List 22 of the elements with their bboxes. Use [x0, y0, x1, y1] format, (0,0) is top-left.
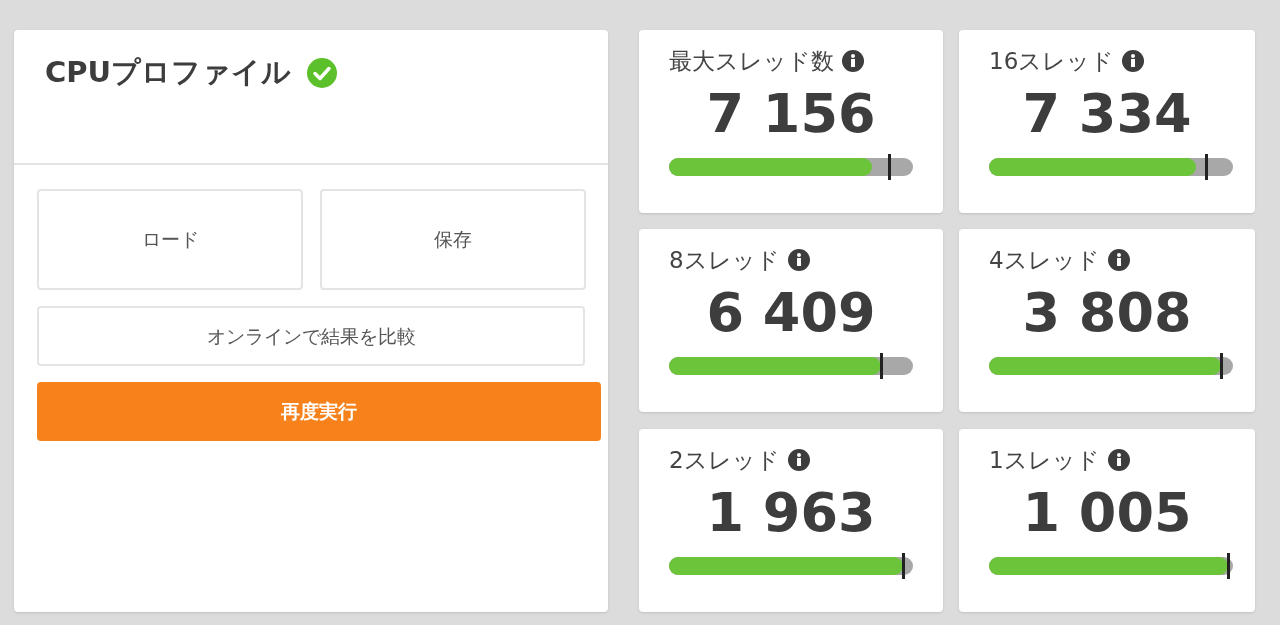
action-button[interactable]: 保存 [320, 189, 586, 290]
score-value: 3 808 [1022, 280, 1192, 347]
info-icon[interactable] [787, 249, 810, 272]
score-value: 6 409 [706, 280, 876, 347]
score-label: 4スレッド [989, 246, 1100, 276]
score-label: 16スレッド [989, 47, 1115, 76]
score-value: 1 963 [706, 479, 876, 546]
score-value: 1 005 [1022, 479, 1192, 546]
compare-button[interactable]: オンラインで結果を比較 [37, 306, 585, 366]
panel-title: CPUプロファイル [45, 54, 292, 91]
info-icon[interactable] [1122, 50, 1145, 72]
info-icon[interactable] [787, 448, 810, 471]
score-label: 2スレッド [669, 445, 780, 475]
score-value: 7 334 [1022, 81, 1192, 147]
score-value: 7 156 [706, 81, 876, 147]
info-icon[interactable] [1107, 448, 1130, 471]
score-label: 1スレッド [989, 445, 1100, 475]
info-icon[interactable] [1107, 249, 1130, 272]
score-label: 最大スレッド数 [669, 47, 834, 76]
info-icon[interactable] [842, 50, 864, 72]
score-label: 8スレッド [669, 246, 780, 276]
action-button[interactable]: ロード [37, 189, 303, 290]
